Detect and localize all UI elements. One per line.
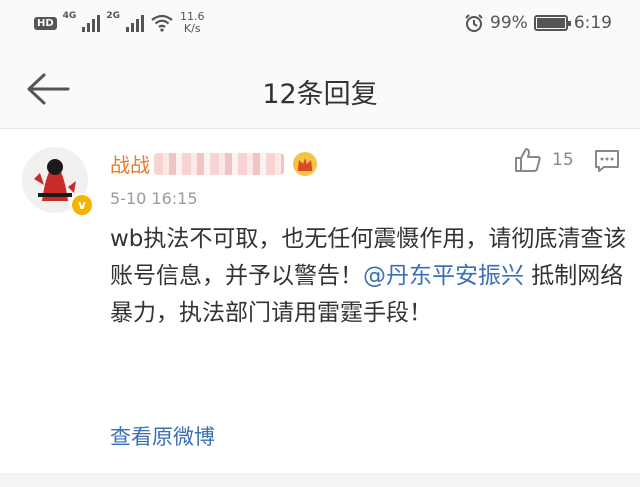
like-button[interactable]: 15 [514, 147, 574, 173]
status-bar-left: HD 4G 2G 11.6 K/s [34, 10, 204, 36]
status-bar: HD 4G 2G 11.6 K/s 99% 6:19 [0, 0, 640, 50]
verified-badge-icon: v [70, 193, 94, 217]
comment-card: v 战战 5-10 16:15 15 wb执法不可取，也无任何震慑作用，请彻底清… [0, 128, 640, 473]
member-crown-icon [293, 151, 317, 176]
sim2-signal-icon [125, 14, 144, 32]
thumbs-up-icon [515, 148, 541, 172]
mention-link[interactable]: @丹东平安振兴 [363, 263, 524, 289]
alarm-icon [465, 14, 483, 32]
username[interactable]: 战战 [110, 149, 318, 178]
like-count: 15 [552, 150, 574, 170]
clock: 6:19 [573, 13, 612, 33]
battery-icon [533, 15, 571, 31]
network-speed: 11.6 K/s [180, 11, 205, 35]
comment-text: wb执法不可取，也无任何震慑作用，请彻底清查该账号信息，并予以警告！@丹东平安振… [110, 221, 630, 332]
username-redaction [154, 152, 284, 175]
sim1-signal-icon [82, 14, 101, 32]
username-text: 战战 [110, 153, 150, 177]
view-original-link[interactable]: 查看原微博 [110, 421, 215, 451]
comment-time: 5-10 16:15 [110, 189, 198, 208]
comment-icon[interactable] [594, 149, 620, 173]
hd-voice-icon: HD [34, 16, 57, 30]
network-speed-unit: K/s [183, 22, 201, 35]
wifi-icon [151, 14, 173, 32]
battery-percent: 99% [490, 13, 528, 33]
sim2-network-type: 2G [106, 11, 120, 21]
sim1-network-type: 4G [62, 11, 77, 21]
status-bar-right: 99% 6:19 [464, 10, 612, 36]
nav-bar: 12条回复 [0, 50, 640, 128]
page-title: 12条回复 [262, 79, 378, 110]
